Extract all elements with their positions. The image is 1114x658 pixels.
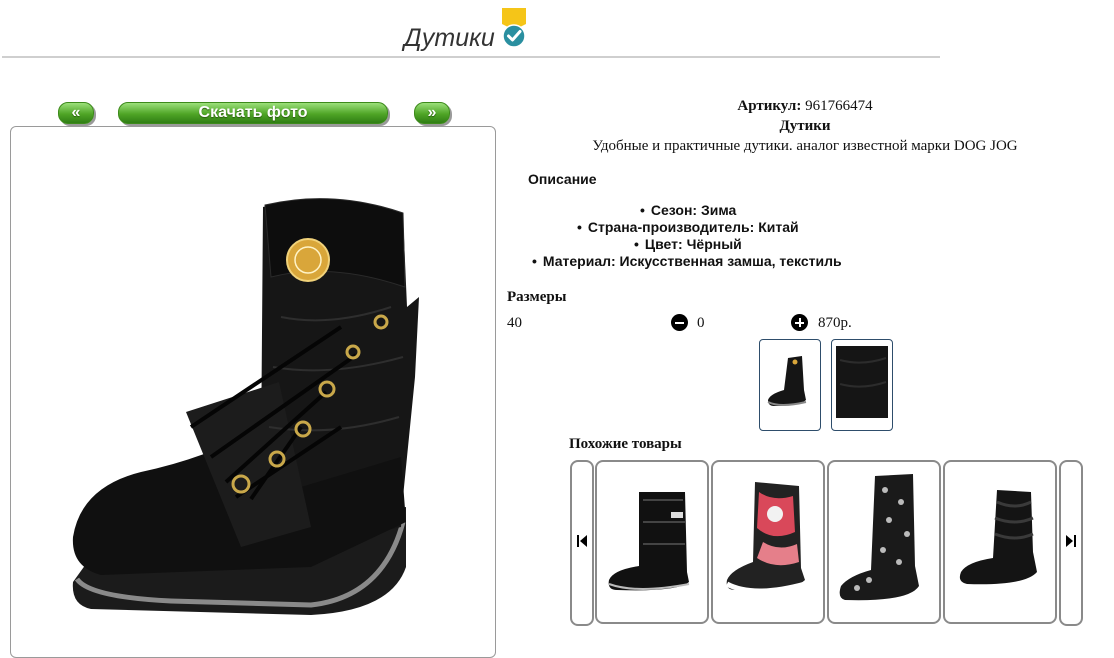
next-photo-button[interactable]: »	[414, 102, 450, 124]
boot-thumbnail-image	[767, 356, 807, 406]
boot-closeup-thumbnail-image	[836, 346, 888, 418]
feature-item-material: Материал: Искусственная замша, текстиль	[532, 253, 842, 269]
feature-item-color: Цвет: Чёрный	[634, 236, 742, 252]
price-value: 870р.	[818, 315, 852, 331]
feature-item-season: Сезон: Зима	[640, 202, 736, 218]
similar-product-card[interactable]	[827, 460, 941, 624]
verified-check-icon	[502, 8, 526, 48]
similar-product-card[interactable]	[595, 460, 709, 624]
similar-product-image	[725, 482, 806, 594]
similar-product-image	[608, 492, 690, 591]
similar-products-heading: Похожие товары	[569, 436, 682, 452]
carousel-prev-button[interactable]	[570, 460, 594, 626]
product-name: Дутики	[779, 118, 831, 134]
sku-line: Артикул: 961766474	[500, 98, 1110, 115]
increase-quantity-button[interactable]	[791, 314, 808, 331]
photo-thumbnail[interactable]	[759, 339, 821, 431]
similar-product-image	[959, 490, 1037, 585]
feature-item-country: Страна-производитель: Китай	[577, 219, 799, 235]
similar-product-card[interactable]	[711, 460, 825, 624]
header-divider	[2, 56, 940, 58]
quantity-value: 0	[697, 315, 705, 331]
skip-forward-icon	[1066, 535, 1076, 547]
prev-photo-button[interactable]: «	[58, 102, 94, 124]
photo-thumbnail[interactable]	[831, 339, 893, 431]
main-product-image[interactable]	[10, 126, 496, 658]
similar-product-card[interactable]	[943, 460, 1057, 624]
skip-back-icon	[577, 535, 587, 547]
description-heading: Описание	[528, 171, 597, 187]
carousel-next-button[interactable]	[1059, 460, 1083, 626]
sku-value: 961766474	[805, 98, 873, 114]
download-photo-button[interactable]: Скачать фото	[118, 102, 388, 124]
boot-image	[72, 198, 419, 615]
decrease-quantity-button[interactable]	[671, 314, 688, 331]
size-value: 40	[507, 315, 522, 331]
product-short-description: Удобные и практичные дутики. аналог изве…	[592, 138, 1018, 154]
similar-product-image	[839, 474, 919, 601]
sizes-heading: Размеры	[507, 289, 567, 305]
page-title: Дутики	[404, 24, 495, 52]
sku-label: Артикул:	[737, 98, 802, 114]
